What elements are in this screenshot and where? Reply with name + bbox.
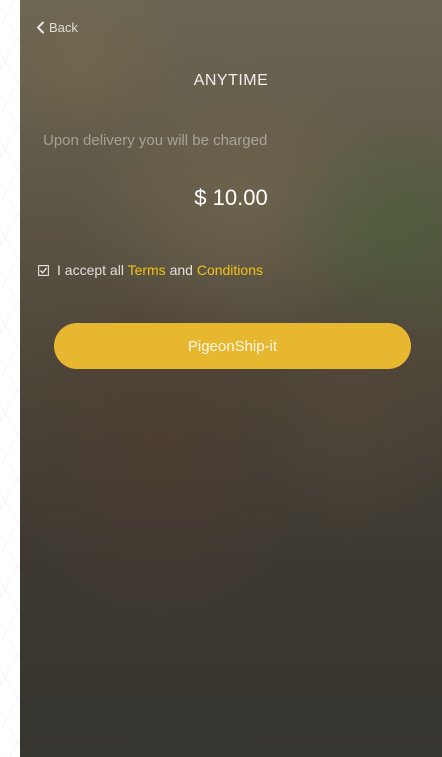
chevron-left-icon [37, 21, 44, 34]
back-button[interactable]: Back [36, 20, 78, 35]
pigeonship-it-button[interactable]: PigeonShip-it [54, 323, 411, 369]
back-label: Back [49, 20, 78, 35]
terms-link[interactable]: Terms [128, 262, 166, 278]
terms-text: I accept all Terms and Conditions [57, 262, 263, 278]
delivery-title: ANYTIME [193, 72, 269, 89]
terms-row: I accept all Terms and Conditions [38, 262, 263, 278]
charge-amount: $ 10.00 [194, 185, 268, 210]
app-screen: Back ANYTIME Upon delivery you will be c… [20, 0, 442, 757]
terms-middle: and [165, 262, 197, 278]
checkbox-checked-icon[interactable] [38, 264, 49, 276]
top-bar: Back [20, 18, 442, 44]
conditions-link[interactable]: Conditions [197, 262, 263, 278]
terms-prefix: I accept all [57, 262, 128, 278]
charge-description: Upon delivery you will be charged [43, 132, 268, 149]
page-background: Back ANYTIME Upon delivery you will be c… [0, 0, 442, 757]
